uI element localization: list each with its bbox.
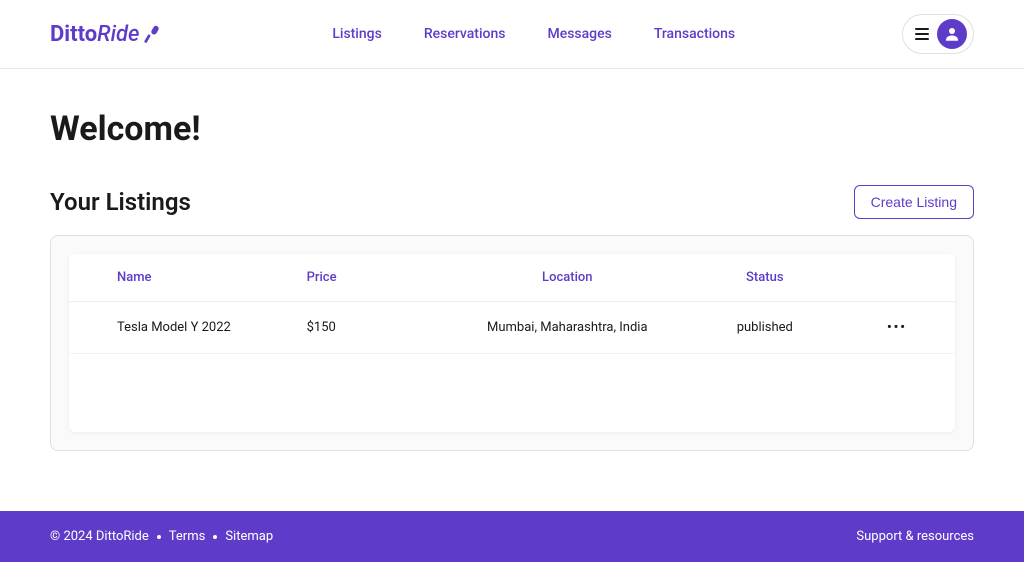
nav-listings[interactable]: Listings bbox=[332, 26, 382, 42]
header-name: Name bbox=[117, 270, 307, 285]
header-actions bbox=[844, 270, 907, 285]
header: DittoRide Listings Reservations Messages… bbox=[0, 0, 1024, 69]
user-menu[interactable] bbox=[902, 14, 974, 54]
header-price: Price bbox=[307, 270, 449, 285]
table-row[interactable]: Tesla Model Y 2022 $150 Mumbai, Maharash… bbox=[69, 302, 955, 354]
brand-icon bbox=[143, 23, 165, 45]
footer-left: © 2024 DittoRide Terms Sitemap bbox=[50, 529, 273, 544]
nav-reservations[interactable]: Reservations bbox=[424, 26, 506, 42]
cell-location: Mumbai, Maharashtra, India bbox=[449, 320, 686, 335]
footer: © 2024 DittoRide Terms Sitemap Support &… bbox=[0, 511, 1024, 562]
more-icon[interactable]: ••• bbox=[887, 320, 907, 335]
cell-actions: ••• bbox=[844, 320, 907, 335]
listings-panel: Name Price Location Status Tesla Model Y… bbox=[50, 235, 974, 451]
nav-messages[interactable]: Messages bbox=[547, 26, 611, 42]
cell-name: Tesla Model Y 2022 bbox=[117, 320, 307, 335]
main-content: Welcome! Your Listings Create Listing Na… bbox=[0, 69, 1024, 511]
header-location: Location bbox=[449, 270, 686, 285]
cell-status: published bbox=[686, 320, 844, 335]
table-header: Name Price Location Status bbox=[69, 254, 955, 302]
nav-transactions[interactable]: Transactions bbox=[654, 26, 735, 42]
footer-terms[interactable]: Terms bbox=[169, 529, 206, 544]
brand-part2: Ride bbox=[97, 22, 139, 47]
hamburger-icon bbox=[915, 28, 929, 40]
page-title: Welcome! bbox=[50, 109, 974, 149]
section-header: Your Listings Create Listing bbox=[50, 185, 974, 219]
listings-table: Name Price Location Status Tesla Model Y… bbox=[69, 254, 955, 432]
header-status: Status bbox=[686, 270, 844, 285]
avatar bbox=[937, 19, 967, 49]
create-listing-button[interactable]: Create Listing bbox=[854, 185, 974, 219]
main-nav: Listings Reservations Messages Transacti… bbox=[332, 26, 735, 42]
footer-copyright: © 2024 DittoRide bbox=[50, 529, 149, 544]
brand-part1: Ditto bbox=[50, 22, 97, 47]
dot-separator bbox=[213, 535, 217, 539]
footer-support[interactable]: Support & resources bbox=[856, 529, 974, 544]
dot-separator bbox=[157, 535, 161, 539]
brand-logo[interactable]: DittoRide bbox=[50, 22, 165, 47]
section-title: Your Listings bbox=[50, 188, 191, 216]
cell-price: $150 bbox=[307, 320, 449, 335]
footer-sitemap[interactable]: Sitemap bbox=[225, 529, 273, 544]
